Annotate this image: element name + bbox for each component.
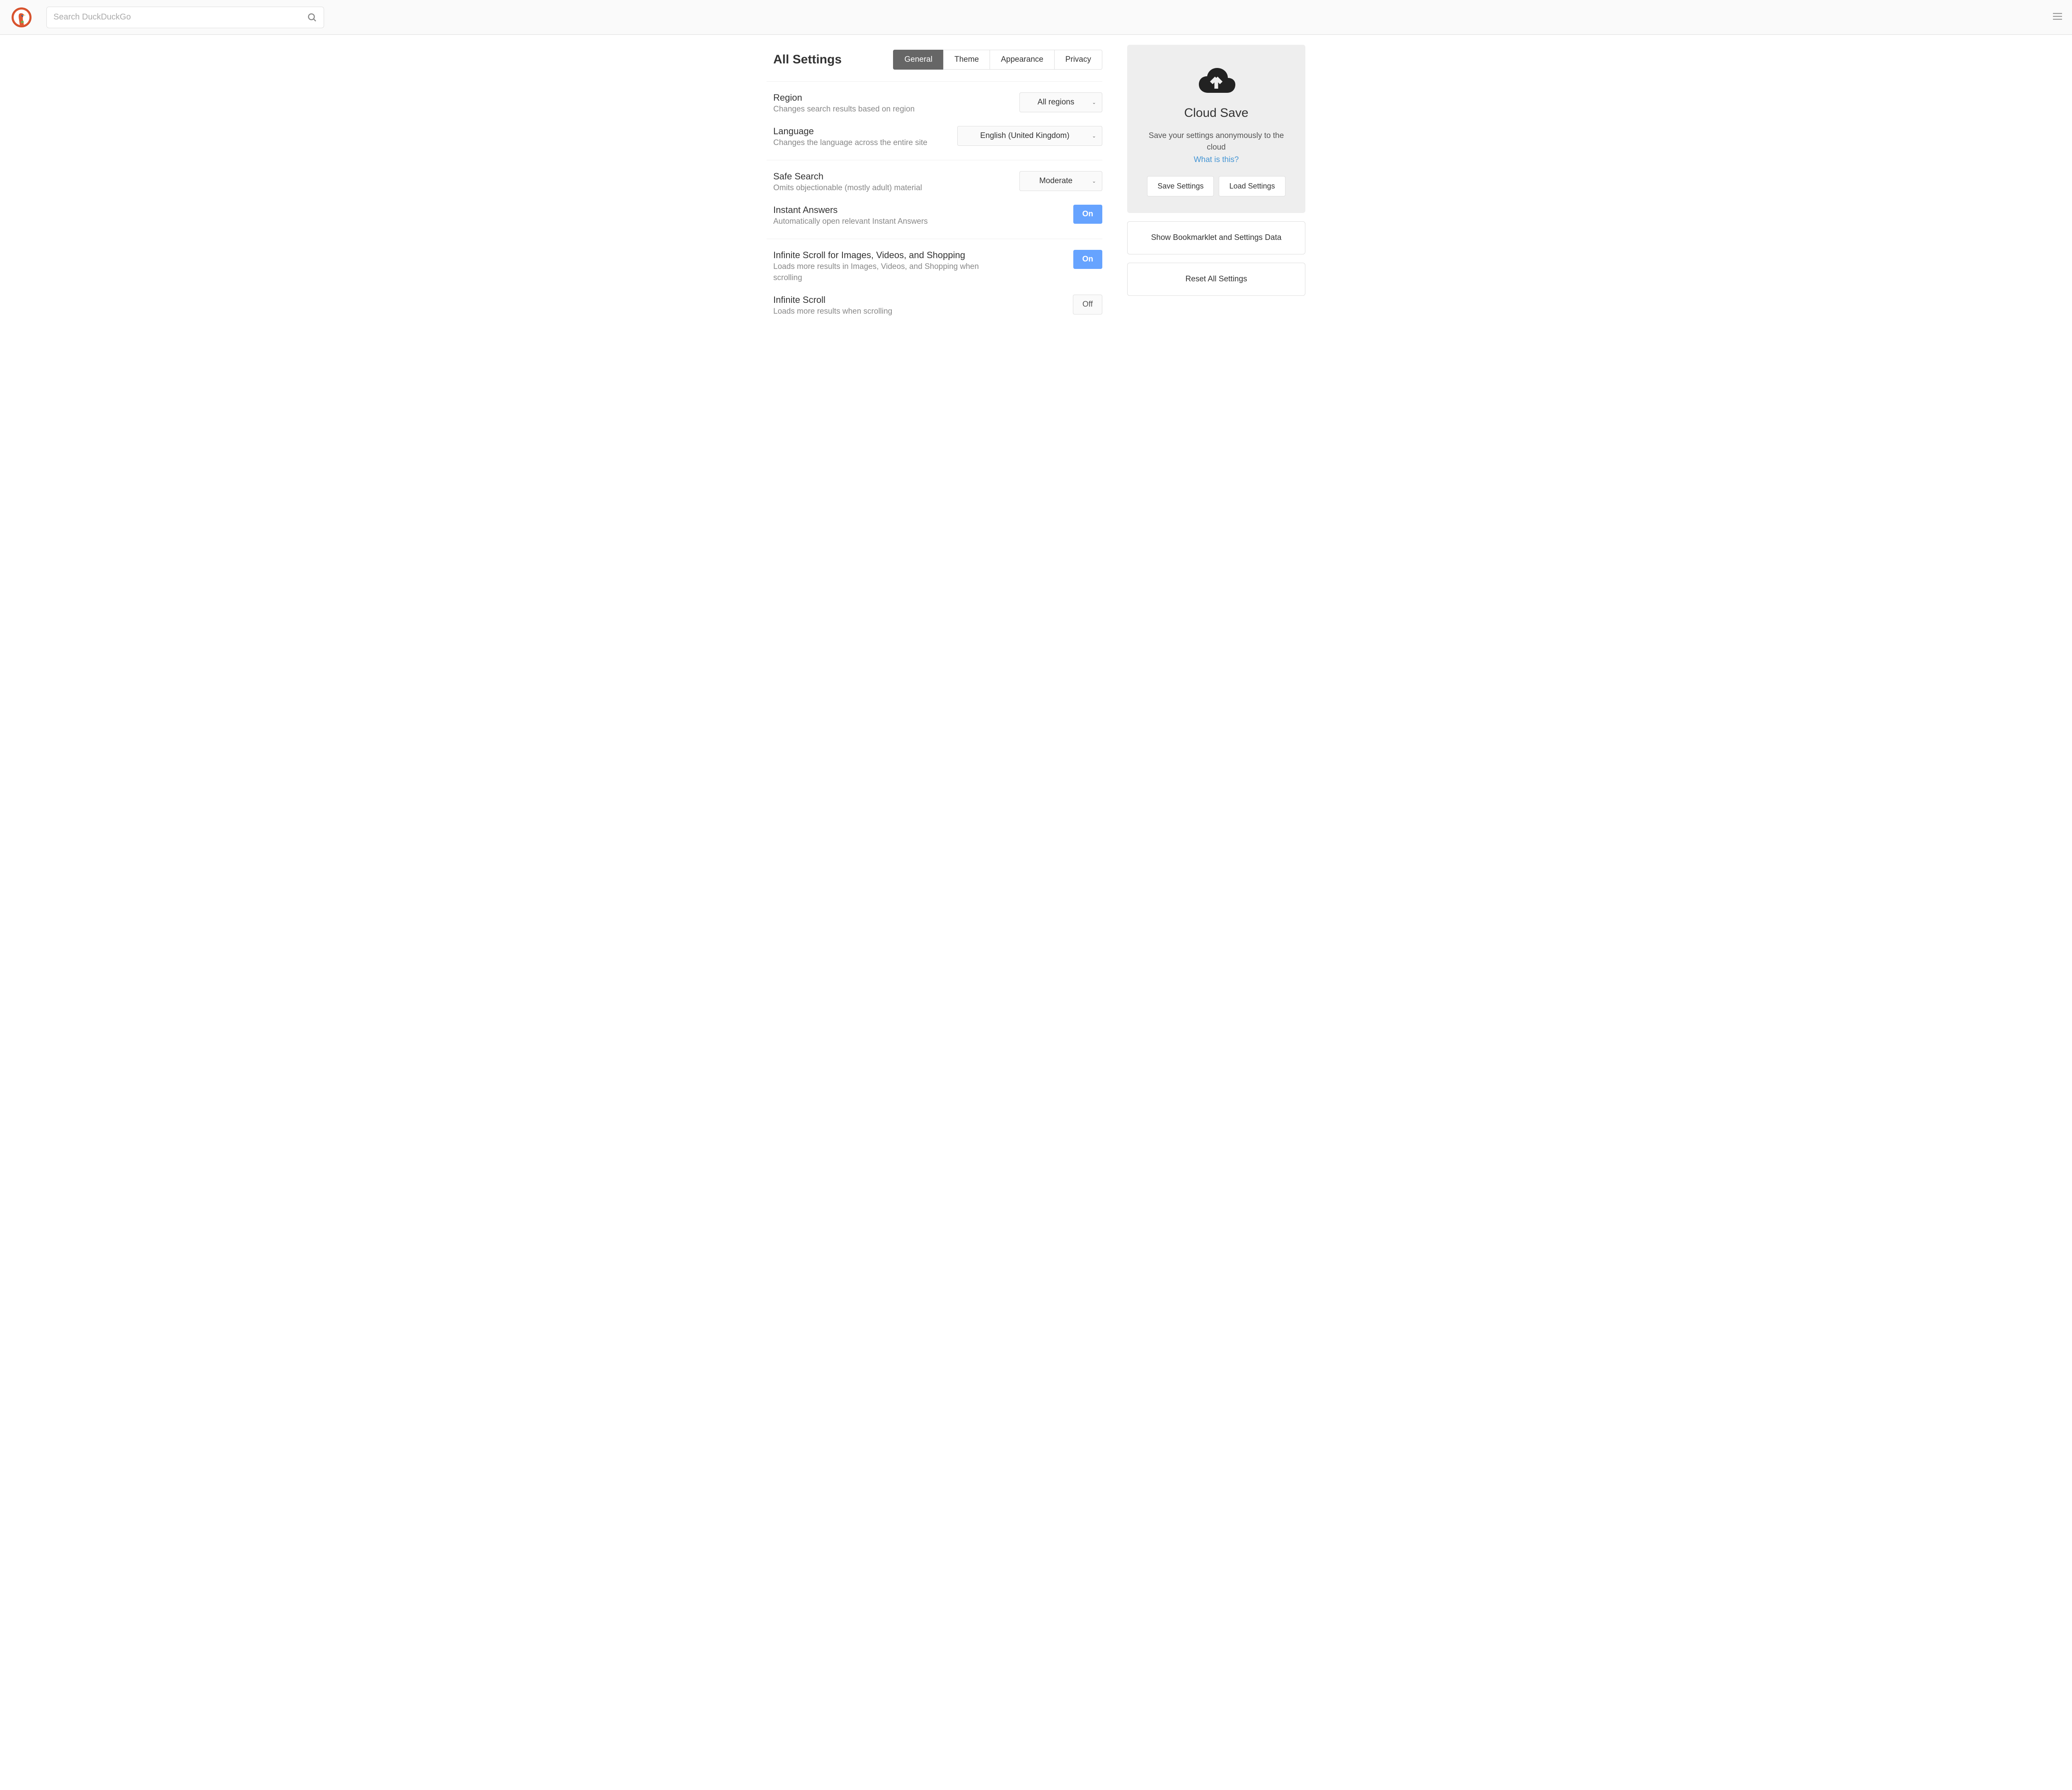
- setting-infinite-media: Infinite Scroll for Images, Videos, and …: [767, 239, 1102, 283]
- cloud-upload-icon: [1196, 65, 1237, 94]
- setting-desc: Changes the language across the entire s…: [773, 138, 927, 149]
- tab-privacy[interactable]: Privacy: [1054, 50, 1102, 70]
- region-select[interactable]: All regions ⌄: [1019, 92, 1102, 112]
- setting-title: Instant Answers: [773, 205, 928, 215]
- setting-desc: Loads more results when scrolling: [773, 306, 892, 317]
- infinite-scroll-toggle[interactable]: Off: [1073, 295, 1102, 314]
- load-settings-button[interactable]: Load Settings: [1219, 176, 1285, 196]
- setting-infinite-scroll: Infinite Scroll Loads more results when …: [767, 284, 1102, 317]
- cloud-title: Cloud Save: [1140, 106, 1293, 120]
- setting-title: Language: [773, 126, 927, 137]
- menu-icon[interactable]: [2053, 12, 2062, 22]
- setting-language: Language Changes the language across the…: [767, 115, 1102, 149]
- cloud-save-card: Cloud Save Save your settings anonymousl…: [1127, 45, 1305, 213]
- instant-answers-toggle[interactable]: On: [1073, 205, 1102, 224]
- setting-title: Infinite Scroll for Images, Videos, and …: [773, 250, 980, 261]
- duckduckgo-logo[interactable]: [12, 7, 31, 27]
- setting-desc: Automatically open relevant Instant Answ…: [773, 216, 928, 227]
- chevron-down-icon: ⌄: [1092, 178, 1096, 184]
- header: [0, 0, 2072, 35]
- reset-all-settings-card[interactable]: Reset All Settings: [1127, 263, 1305, 296]
- setting-desc: Changes search results based on region: [773, 104, 915, 115]
- setting-title: Region: [773, 92, 915, 103]
- select-value: English (United Kingdom): [980, 131, 1069, 140]
- cloud-what-is-this-link[interactable]: What is this?: [1140, 155, 1293, 164]
- setting-region: Region Changes search results based on r…: [767, 82, 1102, 115]
- setting-safe-search: Safe Search Omits objectionable (mostly …: [767, 160, 1102, 194]
- safe-search-select[interactable]: Moderate ⌄: [1019, 171, 1102, 191]
- infinite-media-toggle[interactable]: On: [1073, 250, 1102, 269]
- language-select[interactable]: English (United Kingdom) ⌄: [957, 126, 1102, 146]
- select-value: All regions: [1038, 98, 1075, 106]
- tab-general[interactable]: General: [893, 50, 944, 70]
- save-settings-button[interactable]: Save Settings: [1147, 176, 1214, 196]
- tab-appearance[interactable]: Appearance: [990, 50, 1054, 70]
- search-box[interactable]: [46, 7, 324, 28]
- tab-theme[interactable]: Theme: [943, 50, 990, 70]
- search-input[interactable]: [53, 12, 307, 22]
- setting-title: Infinite Scroll: [773, 295, 892, 305]
- chevron-down-icon: ⌄: [1092, 133, 1096, 139]
- setting-instant-answers: Instant Answers Automatically open relev…: [767, 194, 1102, 227]
- select-value: Moderate: [1039, 177, 1072, 185]
- chevron-down-icon: ⌄: [1092, 99, 1096, 105]
- show-bookmarklet-card[interactable]: Show Bookmarklet and Settings Data: [1127, 221, 1305, 254]
- search-icon[interactable]: [307, 12, 317, 22]
- setting-desc: Loads more results in Images, Videos, an…: [773, 261, 980, 283]
- setting-desc: Omits objectionable (mostly adult) mater…: [773, 183, 922, 194]
- setting-title: Safe Search: [773, 171, 922, 182]
- settings-sidebar: Cloud Save Save your settings anonymousl…: [1127, 35, 1305, 317]
- settings-main: All Settings General Theme Appearance Pr…: [767, 35, 1102, 317]
- cloud-desc: Save your settings anonymously to the cl…: [1148, 130, 1285, 153]
- page-title: All Settings: [773, 53, 842, 67]
- tabs: General Theme Appearance Privacy: [893, 50, 1102, 70]
